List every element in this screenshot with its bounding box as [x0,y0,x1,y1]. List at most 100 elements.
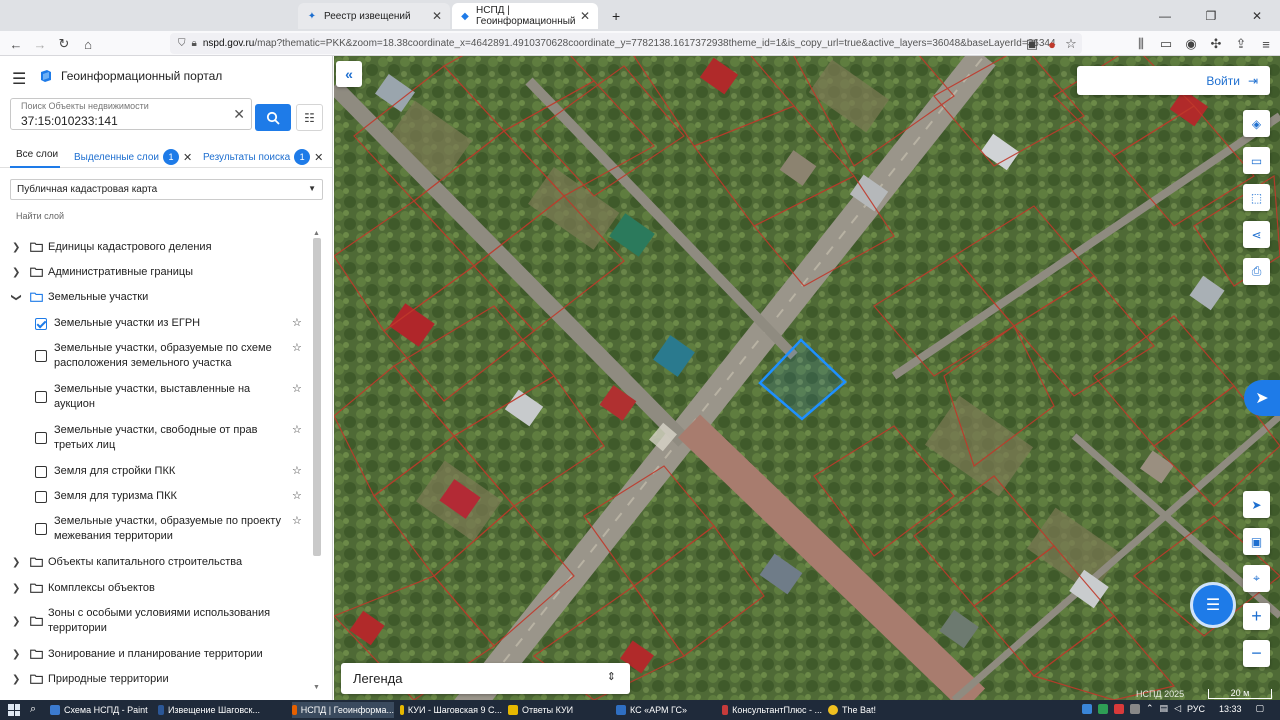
bookmark-star-icon[interactable]: ☆ [1060,33,1082,55]
extensions-icon[interactable]: ✣ [1205,33,1227,55]
taskbar-item[interactable]: КС «АРМ ГС» [616,702,716,718]
chevron-up-icon[interactable]: ⌃ [1146,703,1154,714]
layer-checkbox[interactable] [35,432,47,444]
notifications-icon[interactable]: ▢ [1256,703,1265,714]
screenshot-icon[interactable]: ▣ [1021,33,1043,55]
layer-checkbox[interactable] [35,466,47,478]
browser-tab-active[interactable]: ◆ НСПД | Геоинформационный ✕ [452,3,598,29]
taskbar-item-active[interactable]: НСПД | Геоинформа... [292,702,394,718]
zoom-out-button[interactable]: − [1243,640,1270,667]
windows-start-icon[interactable] [8,704,20,716]
tree-item-object-complexes[interactable]: ❯ Комплексы объектов [0,581,312,597]
search-input[interactable] [21,113,221,128]
layer-checkbox[interactable] [35,491,47,503]
forward-icon[interactable]: → [29,33,51,55]
back-icon[interactable]: ← [5,33,27,55]
chevron-right-icon[interactable]: ❯ [12,265,20,280]
geolocation-button[interactable]: ⌖ [1243,565,1270,592]
library-icon[interactable]: ⫼ [1130,33,1152,55]
tab-selected-layers[interactable]: Выделенные слои 1 ✕ [74,149,192,165]
star-icon[interactable]: ☆ [292,382,302,397]
chevron-right-icon[interactable]: ❯ [12,614,20,629]
star-icon[interactable]: ☆ [292,464,302,479]
reload-icon[interactable]: ↻ [53,33,75,55]
tray-app-icon[interactable] [1130,703,1140,714]
scrollbar-thumb[interactable] [313,238,321,556]
basemap-select[interactable]: Публичная кадастровая карта ▼ [10,179,323,200]
chevron-right-icon[interactable]: ❯ [12,240,20,255]
star-icon[interactable]: ☆ [292,341,302,356]
tree-item-cadastral-units[interactable]: ❯ Единицы кадастрового деления [0,240,312,256]
taskbar-item[interactable]: Схема НСПД - Paint [50,702,150,718]
minimize-icon[interactable]: — [1142,0,1188,31]
legend-panel[interactable]: Легенда ⇕ [341,663,630,694]
search-field[interactable]: Поиск Объекты недвижимости ✕ [10,98,252,130]
tree-item-natural[interactable]: ❯ Природные территории [0,672,312,688]
close-icon[interactable]: ✕ [580,9,590,23]
close-icon[interactable]: ✕ [314,151,323,164]
browser-tab[interactable]: ✦ Реестр извещений ✕ [298,3,450,29]
account-icon[interactable]: ◉ [1180,33,1202,55]
share-icon[interactable]: ⇪ [1230,33,1252,55]
sidebar-icon[interactable]: ▭ [1155,33,1177,55]
network-icon[interactable]: ▤ [1160,703,1169,714]
tab-search-results[interactable]: Результаты поиска 1 ✕ [203,149,323,165]
tree-item-land-plots[interactable]: ❯ Земельные участки [0,290,312,306]
select-area-button[interactable]: ⬚ [1243,184,1270,211]
volume-icon[interactable]: ◁ [1174,703,1181,714]
chevron-right-icon[interactable]: ❯ [12,672,20,687]
filter-settings-button[interactable]: ☷ [296,104,323,131]
layers-tool-button[interactable]: ◈ [1243,110,1270,137]
expand-icon[interactable]: ⇕ [607,670,616,683]
scrollbar[interactable]: ▲ ▼ [312,230,322,692]
layer-checkbox[interactable] [35,350,47,362]
chevron-right-icon[interactable]: ❯ [12,647,20,662]
new-tab-button[interactable]: + [604,3,624,29]
star-icon[interactable]: ☆ [292,489,302,504]
close-icon[interactable]: ✕ [432,9,442,23]
close-icon[interactable]: ✕ [183,151,192,164]
layer-checkbox[interactable] [35,318,47,330]
gis-assistant-icon[interactable]: ➤ [1244,380,1280,416]
ruler-tool-button[interactable]: ▭ [1243,147,1270,174]
search-button[interactable] [255,104,291,131]
clock[interactable]: 13:33 [1219,704,1242,714]
chevron-down-icon[interactable]: ❯ [9,293,24,301]
tray-app-icon[interactable] [1114,703,1124,714]
scroll-down-icon[interactable]: ▼ [313,684,320,691]
language-indicator[interactable]: РУС [1187,704,1205,714]
tree-item-capital-objects[interactable]: ❯ Объекты капитального строительства [0,555,312,571]
tree-item-zoning[interactable]: ❯ Зонирование и планирование территории [0,647,312,663]
tray-app-icon[interactable] [1082,703,1092,714]
chevron-right-icon[interactable]: ❯ [12,581,20,596]
clear-icon[interactable]: ✕ [233,106,245,123]
collapse-panel-button[interactable]: « [336,61,362,87]
scroll-up-icon[interactable]: ▲ [313,230,320,237]
share-button[interactable]: ⋖ [1243,221,1270,248]
chat-button[interactable]: ☰ [1190,582,1236,628]
tree-item-special-zones[interactable]: ❯ Зоны с особыми условиями использования… [0,606,312,638]
star-icon[interactable]: ☆ [292,423,302,438]
taskbar-item[interactable]: КУИ - Шаговская 9 С... [400,702,502,718]
taskbar-item[interactable]: КонсультантПлюс - ... [722,702,822,718]
home-icon[interactable]: ⌂ [77,33,99,55]
login-button[interactable]: Войти ⇥ [1077,66,1270,95]
menu-icon[interactable]: ≡ [1255,33,1277,55]
restore-icon[interactable]: ❐ [1188,0,1234,31]
address-bar[interactable]: ⛉ 🔒︎ nspd.gov.ru/map?thematic=PKK&zoom=1… [170,33,1082,54]
find-layer-field[interactable]: Найти слой [16,211,64,221]
tray-app-icon[interactable] [1098,703,1108,714]
zoom-in-button[interactable]: + [1243,603,1270,630]
chevron-right-icon[interactable]: ❯ [12,555,20,570]
hamburger-menu-icon[interactable]: ☰ [12,69,26,89]
search-icon[interactable]: ⌕ [30,703,36,716]
locate-button[interactable]: ➤ [1243,491,1270,518]
star-icon[interactable]: ☆ [292,316,302,331]
layer-checkbox[interactable] [35,391,47,403]
close-window-icon[interactable]: ✕ [1234,0,1280,31]
minimap-button[interactable]: ▣ [1243,528,1270,555]
tree-item-admin-borders[interactable]: ❯ Административные границы [0,265,312,281]
taskbar-item[interactable]: Ответы КУИ [508,702,610,718]
star-icon[interactable]: ☆ [292,514,302,529]
taskbar-item[interactable]: Извещение Шаговск... [158,702,260,718]
